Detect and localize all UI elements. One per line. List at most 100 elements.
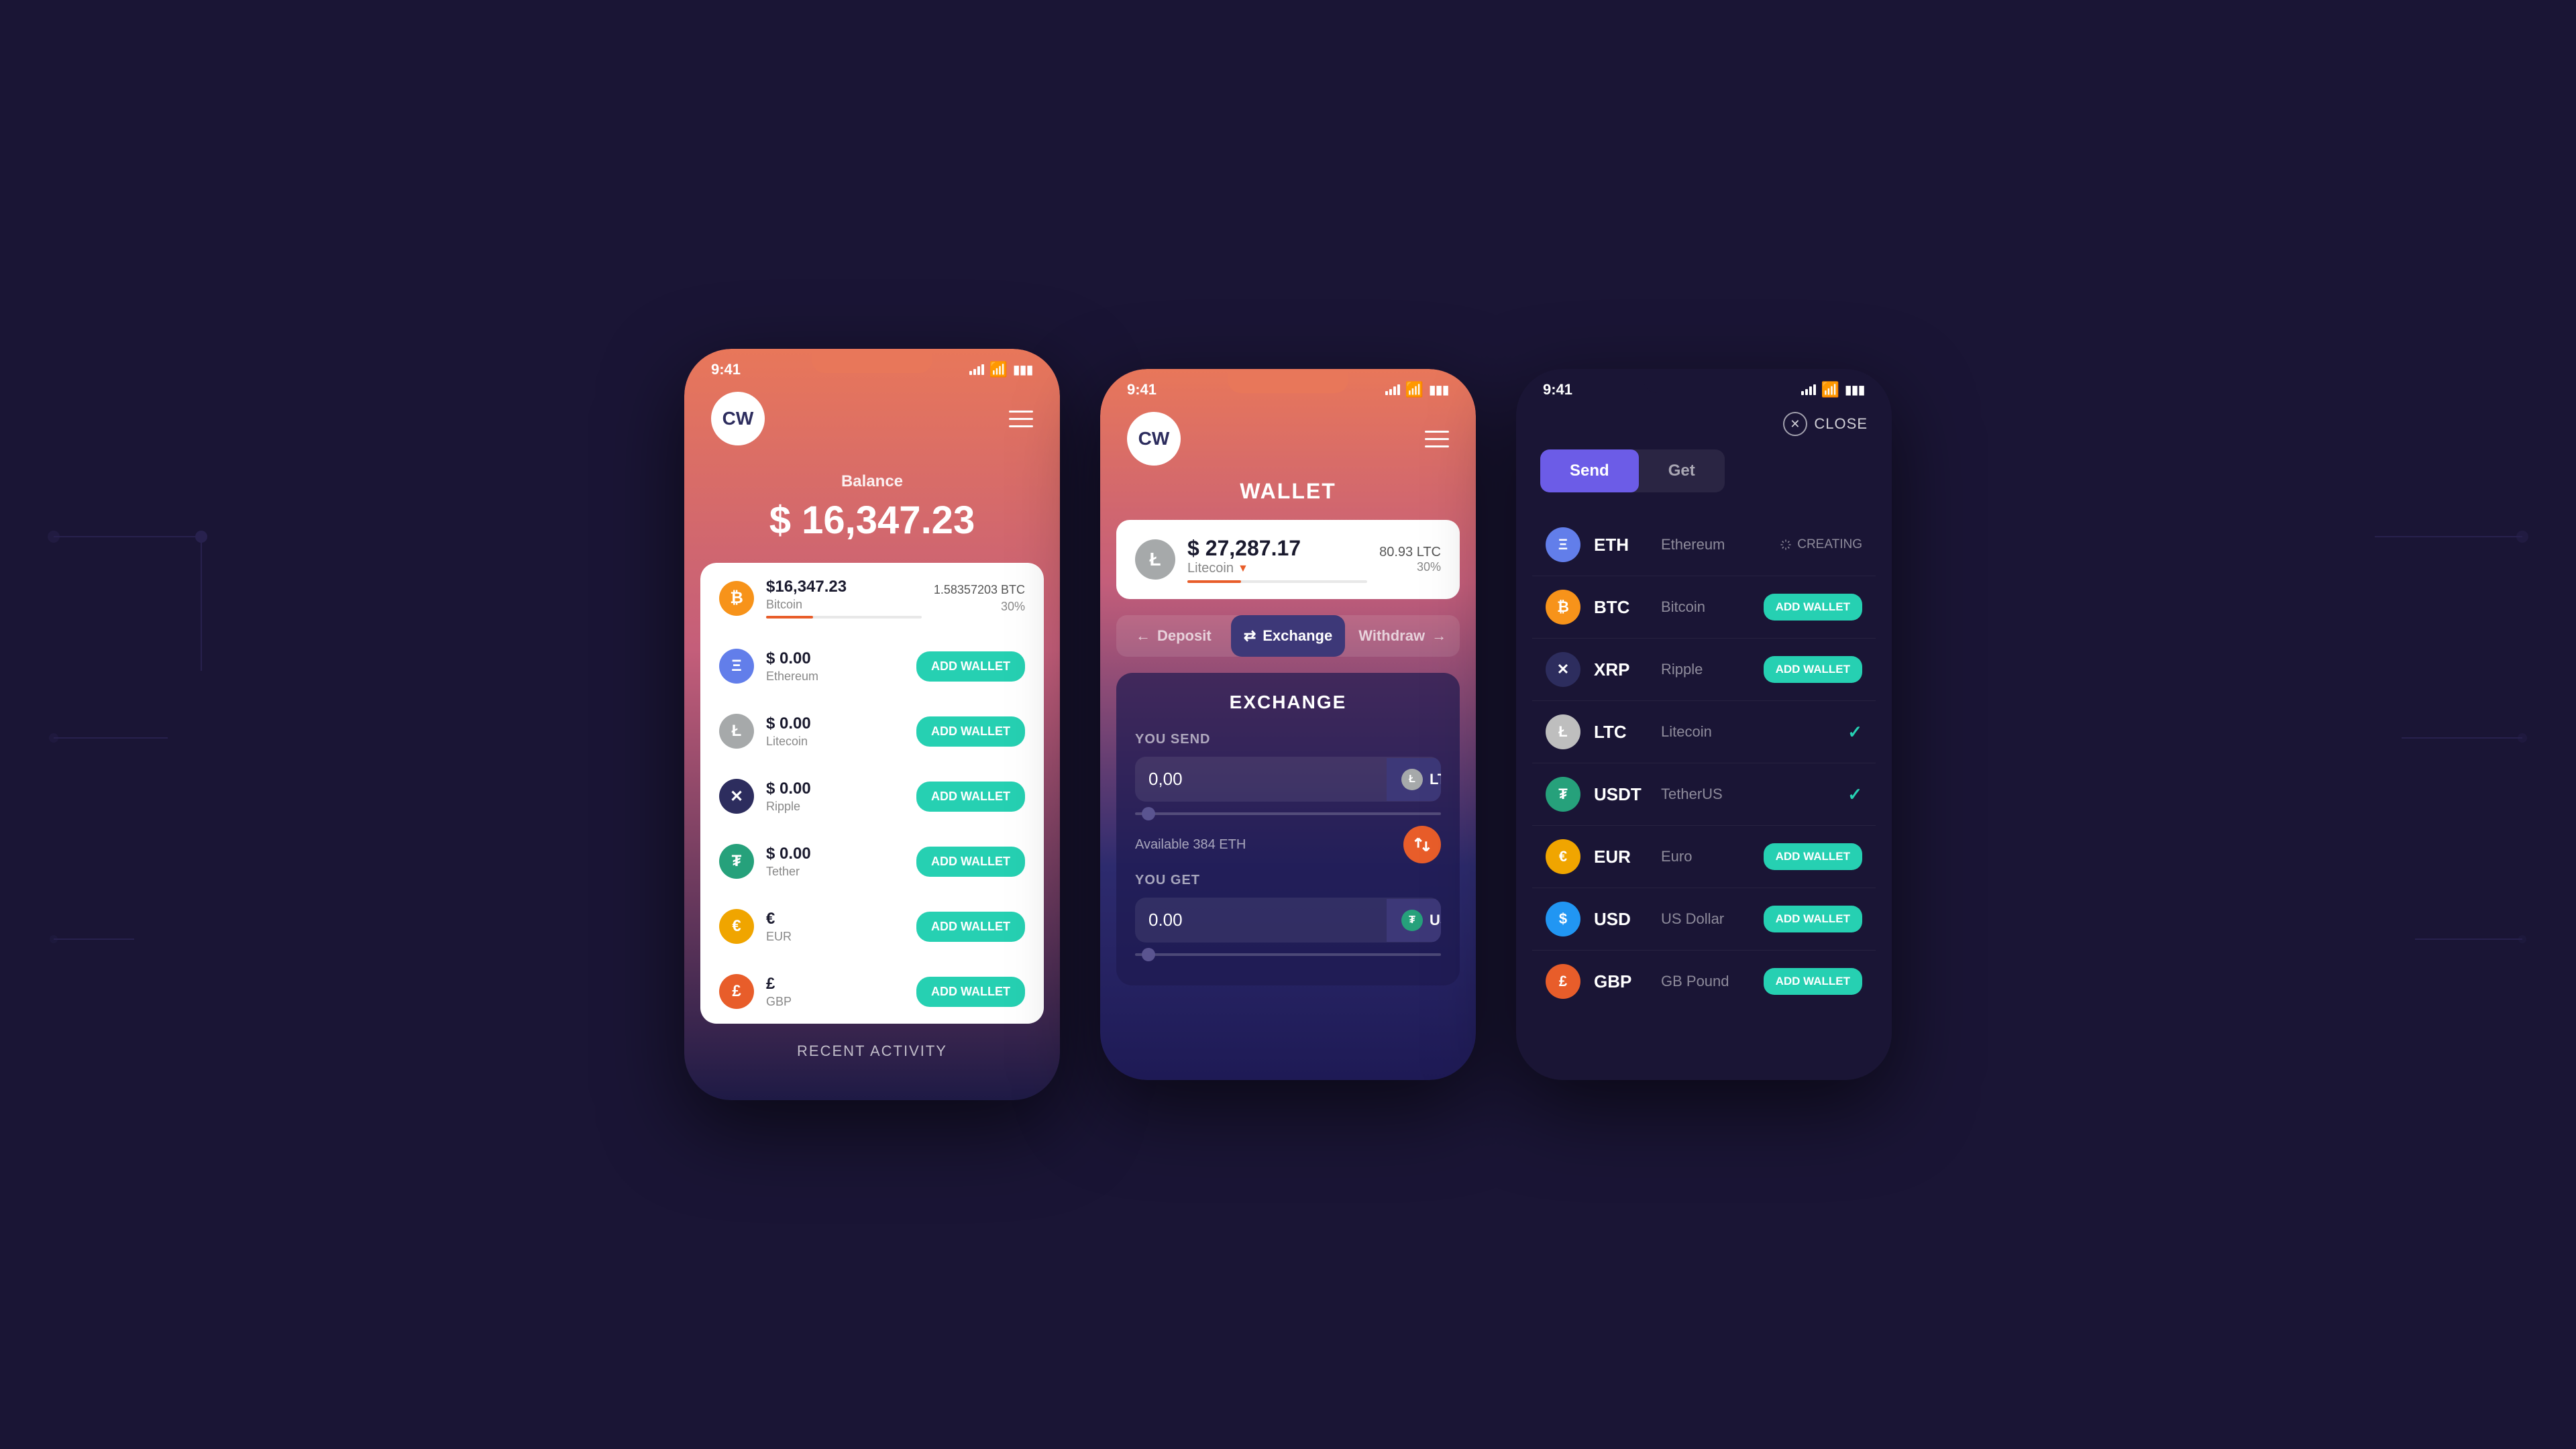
list-item-usd[interactable]: $ USD US Dollar ADD WALLET bbox=[1532, 888, 1876, 951]
close-label: CLOSE bbox=[1814, 415, 1868, 433]
xrp-name: Ripple bbox=[766, 800, 904, 814]
list-ltc-check: ✓ bbox=[1847, 722, 1862, 743]
ltc-name: Litecoin bbox=[766, 735, 904, 749]
xrp-add-wallet-button[interactable]: ADD WALLET bbox=[916, 782, 1025, 812]
phone2-battery-icon: ▮▮▮ bbox=[1429, 383, 1449, 397]
litecoin-progress bbox=[1187, 580, 1367, 583]
phone2-menu-button[interactable] bbox=[1425, 431, 1449, 447]
gbp-name: GBP bbox=[766, 995, 904, 1009]
list-item-btc[interactable]: ₿ BTC Bitcoin ADD WALLET bbox=[1532, 576, 1876, 639]
list-eur-add-button[interactable]: ADD WALLET bbox=[1764, 843, 1862, 870]
send-get-container: Send Get bbox=[1516, 449, 1892, 514]
get-coin-selector[interactable]: ₮ USDT ▶ bbox=[1387, 899, 1441, 942]
you-get-label: YOU GET bbox=[1135, 873, 1441, 888]
swap-button[interactable] bbox=[1403, 826, 1441, 863]
available-text: Available 384 ETH bbox=[1135, 826, 1441, 863]
list-item-eth[interactable]: Ξ ETH Ethereum CREATING bbox=[1532, 514, 1876, 576]
list-eth-name: Ethereum bbox=[1661, 536, 1766, 553]
get-slider[interactable] bbox=[1135, 953, 1441, 956]
list-usd-add-button[interactable]: ADD WALLET bbox=[1764, 906, 1862, 932]
wallet-item-eth[interactable]: Ξ $ 0.00 Ethereum ADD WALLET bbox=[700, 634, 1044, 699]
list-usdt-icon: ₮ bbox=[1546, 777, 1580, 812]
btc-percent: 30% bbox=[934, 600, 1025, 614]
list-usd-ticker: USD bbox=[1594, 909, 1648, 930]
wallet-item-eur[interactable]: € € EUR ADD WALLET bbox=[700, 894, 1044, 959]
wallet-title: WALLET bbox=[1100, 479, 1476, 520]
send-coin-selector[interactable]: Ł LTC ▶ bbox=[1387, 758, 1441, 801]
list-usdt-ticker: USDT bbox=[1594, 784, 1648, 805]
signal-icon bbox=[969, 364, 984, 375]
deposit-tab[interactable]: ← Deposit bbox=[1116, 615, 1231, 657]
balance-amount: $ 16,347.23 bbox=[684, 498, 1060, 543]
list-xrp-ticker: XRP bbox=[1594, 659, 1648, 680]
list-item-gbp[interactable]: £ GBP GB Pound ADD WALLET bbox=[1532, 951, 1876, 1012]
usdt-name: Tether bbox=[766, 865, 904, 879]
litecoin-dropdown-icon: ▼ bbox=[1238, 563, 1248, 575]
phone3-wifi-icon: 📶 bbox=[1821, 381, 1839, 398]
list-btc-ticker: BTC bbox=[1594, 597, 1648, 618]
exchange-label: Exchange bbox=[1263, 627, 1332, 645]
send-input[interactable] bbox=[1135, 757, 1387, 802]
wallet-item-xrp[interactable]: ✕ $ 0.00 Ripple ADD WALLET bbox=[700, 764, 1044, 829]
gbp-info: £ GBP bbox=[766, 975, 904, 1009]
phone3-status-icons: 📶 ▮▮▮ bbox=[1801, 381, 1865, 398]
phone3-signal-icon bbox=[1801, 384, 1816, 395]
phone3-header: ✕ CLOSE bbox=[1516, 398, 1892, 449]
litecoin-progress-fill bbox=[1187, 580, 1241, 583]
menu-button[interactable] bbox=[1009, 411, 1033, 427]
list-ltc-name: Litecoin bbox=[1661, 723, 1834, 741]
usdt-amount: $ 0.00 bbox=[766, 845, 904, 863]
list-usdt-name: TetherUS bbox=[1661, 786, 1834, 803]
list-item-ltc[interactable]: Ł LTC Litecoin ✓ bbox=[1532, 701, 1876, 763]
close-circle-icon: ✕ bbox=[1783, 412, 1807, 436]
exchange-icon: ⇄ bbox=[1244, 627, 1256, 645]
xrp-info: $ 0.00 Ripple bbox=[766, 780, 904, 814]
get-input[interactable] bbox=[1135, 898, 1387, 943]
ltc-add-wallet-button[interactable]: ADD WALLET bbox=[916, 716, 1025, 747]
phone2-logo: CW bbox=[1127, 412, 1181, 466]
exchange-section: EXCHANGE YOU SEND Ł LTC ▶ Available 384 … bbox=[1116, 673, 1460, 985]
phone2-time: 9:41 bbox=[1127, 381, 1157, 398]
list-item-usdt[interactable]: ₮ USDT TetherUS ✓ bbox=[1532, 763, 1876, 826]
list-xrp-icon: ✕ bbox=[1546, 652, 1580, 687]
exchange-tab[interactable]: ⇄ Exchange bbox=[1231, 615, 1346, 657]
eur-info: € EUR bbox=[766, 910, 904, 944]
list-xrp-add-button[interactable]: ADD WALLET bbox=[1764, 656, 1862, 683]
list-item-eur[interactable]: € EUR Euro ADD WALLET bbox=[1532, 826, 1876, 888]
list-eth-creating: CREATING bbox=[1780, 537, 1862, 552]
phone-wallet: 9:41 📶 ▮▮▮ CW bbox=[684, 349, 1060, 1100]
xrp-amount: $ 0.00 bbox=[766, 780, 904, 798]
close-button[interactable]: ✕ CLOSE bbox=[1783, 412, 1868, 436]
litecoin-info: $ 27,287.17 Litecoin ▼ bbox=[1187, 536, 1367, 583]
eur-add-wallet-button[interactable]: ADD WALLET bbox=[916, 912, 1025, 942]
coin-list: Ξ ETH Ethereum CREATING ₿ BTC Bitcoin AD… bbox=[1516, 514, 1892, 1012]
list-gbp-add-button[interactable]: ADD WALLET bbox=[1764, 968, 1862, 995]
eth-add-wallet-button[interactable]: ADD WALLET bbox=[916, 651, 1025, 682]
wallet-item-gbp[interactable]: £ £ GBP ADD WALLET bbox=[700, 959, 1044, 1024]
wallet-item-btc[interactable]: ₿ $16,347.23 Bitcoin 1.58357203 BTC 30% bbox=[700, 563, 1044, 634]
get-tab[interactable]: Get bbox=[1639, 449, 1725, 492]
wifi-icon: 📶 bbox=[989, 361, 1008, 378]
wallet-item-ltc[interactable]: Ł $ 0.00 Litecoin ADD WALLET bbox=[700, 699, 1044, 764]
list-item-xrp[interactable]: ✕ XRP Ripple ADD WALLET bbox=[1532, 639, 1876, 701]
wallet-item-usdt[interactable]: ₮ $ 0.00 Tether ADD WALLET bbox=[700, 829, 1044, 894]
list-usd-icon: $ bbox=[1546, 902, 1580, 936]
list-gbp-ticker: GBP bbox=[1594, 971, 1648, 992]
get-coin-label: USDT bbox=[1430, 912, 1441, 929]
btc-right: 1.58357203 BTC 30% bbox=[934, 583, 1025, 614]
withdraw-tab[interactable]: Withdraw → bbox=[1345, 615, 1460, 657]
get-slider-thumb[interactable] bbox=[1142, 948, 1155, 961]
list-ltc-ticker: LTC bbox=[1594, 722, 1648, 743]
phone1-header: CW bbox=[684, 378, 1060, 466]
list-btc-add-button[interactable]: ADD WALLET bbox=[1764, 594, 1862, 621]
send-slider-thumb[interactable] bbox=[1142, 807, 1155, 820]
usdt-add-wallet-button[interactable]: ADD WALLET bbox=[916, 847, 1025, 877]
send-tab[interactable]: Send bbox=[1540, 449, 1639, 492]
gbp-add-wallet-button[interactable]: ADD WALLET bbox=[916, 977, 1025, 1007]
eth-icon: Ξ bbox=[719, 649, 754, 684]
phone3-battery-icon: ▮▮▮ bbox=[1845, 383, 1865, 397]
btc-progress-container bbox=[766, 616, 922, 619]
list-btc-icon: ₿ bbox=[1546, 590, 1580, 625]
send-slider[interactable] bbox=[1135, 812, 1441, 815]
send-input-row: Ł LTC ▶ bbox=[1135, 757, 1441, 802]
